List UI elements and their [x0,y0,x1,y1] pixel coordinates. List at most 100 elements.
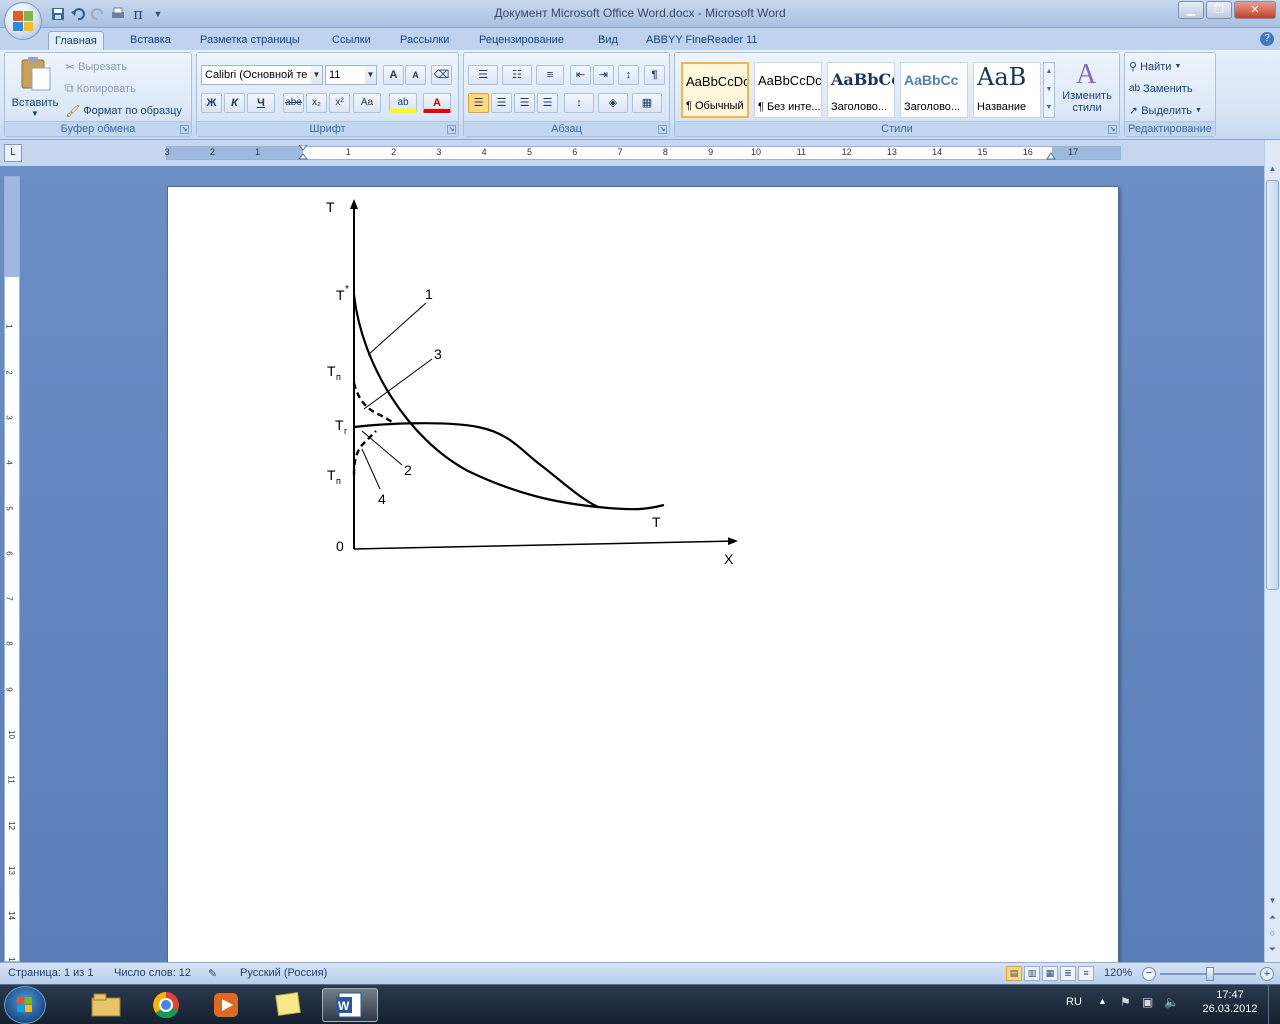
help-icon[interactable]: ? [1260,32,1274,46]
shading-icon[interactable]: ◈ [598,93,628,113]
tray-expand-icon[interactable]: ▲ [1098,996,1107,1006]
bold-button[interactable]: Ж [201,93,222,113]
office-button[interactable] [4,2,42,40]
sort-icon[interactable]: ↕ [618,65,639,85]
zoom-level[interactable]: 120% [1104,967,1132,979]
style-heading-1[interactable]: AaBbCc Заголово... [827,62,895,118]
start-button[interactable] [4,986,46,1024]
zoom-slider-thumb[interactable] [1206,967,1214,981]
minimize-button[interactable]: ▁ [1178,1,1204,19]
sticky-notes-icon[interactable] [260,988,316,1022]
print-layout-view-icon[interactable]: ▤ [1006,966,1022,981]
volume-icon[interactable]: 🔈 [1164,995,1179,1009]
find-button[interactable]: ⚲ Найти ▼ [1129,57,1181,76]
vertical-ruler[interactable]: 1 2 3 4 5 6 7 8 9 10 11 12 13 14 15 [4,176,20,965]
tab-selector-icon[interactable]: L [4,144,22,162]
tab-abbyy[interactable]: ABBYY FineReader 11 [640,31,764,50]
highlight-button[interactable]: ab [389,93,417,113]
right-indent-marker-icon[interactable] [1046,148,1056,160]
select-browse-object-icon[interactable]: ○ [1266,928,1279,942]
align-left-icon[interactable]: ☰ [468,93,489,113]
clock[interactable]: 17:47 26.03.2012 [1200,989,1260,1015]
justify-icon[interactable]: ☰ [537,93,558,113]
dialog-launcher-icon[interactable]: ↘ [447,125,456,134]
full-screen-reading-icon[interactable]: ▥ [1024,966,1040,981]
show-formatting-icon[interactable]: ¶ [644,65,665,85]
style-no-spacing[interactable]: AaBbCcDc ¶ Без инте... [754,62,822,118]
dialog-launcher-icon[interactable]: ↘ [658,125,667,134]
strikethrough-button[interactable]: abe [283,93,304,113]
web-layout-icon[interactable]: ▦ [1042,966,1058,981]
borders-icon[interactable]: ▦ [632,93,662,113]
font-color-button[interactable]: A [423,93,451,113]
multilevel-list-icon[interactable]: ≡ [536,65,564,85]
styles-group-label: Стили [675,121,1119,136]
media-player-icon[interactable] [198,988,254,1022]
cut-button[interactable]: ✂ Вырезать [65,57,127,76]
outline-view-icon[interactable]: ≣ [1060,966,1076,981]
paste-button[interactable]: Вставить ▼ [8,56,62,120]
scroll-down-icon[interactable]: ▼ [1266,896,1279,910]
tab-mailings[interactable]: Рассылки [394,31,455,50]
vertical-scrollbar[interactable]: ▲ ▼ ⏶ ○ ⏷ [1264,140,1280,962]
line-spacing-icon[interactable]: ↕ [564,93,594,113]
font-name-combo[interactable]: Calibri (Основной те ▼ [201,65,323,85]
font-size-combo[interactable]: 11 ▼ [325,65,377,85]
word-icon[interactable]: W [322,988,378,1022]
italic-button[interactable]: К [224,93,245,113]
clear-formatting-icon[interactable]: ⌫ [431,65,452,85]
bullets-icon[interactable]: ☰ [468,65,498,85]
dialog-launcher-icon[interactable]: ↘ [1108,125,1117,134]
shrink-font-button[interactable]: A [405,65,426,85]
increase-indent-icon[interactable]: ⇥ [593,65,614,85]
superscript-button[interactable]: x² [329,93,350,113]
zoom-out-icon[interactable]: − [1142,967,1156,981]
numbering-icon[interactable]: ☷ [502,65,532,85]
scroll-up-icon[interactable]: ▲ [1266,164,1279,178]
explorer-icon[interactable] [78,988,134,1022]
spelling-check-icon[interactable]: ✎ [208,967,217,980]
tab-review[interactable]: Рецензирование [473,31,570,50]
network-icon[interactable]: ▣ [1142,995,1153,1009]
underline-button[interactable]: Ч [247,93,275,113]
next-page-icon[interactable]: ⏷ [1266,944,1279,958]
page-count[interactable]: Страница: 1 из 1 [8,967,94,979]
language-indicator[interactable]: Русский (Россия) [240,967,327,979]
draft-view-icon[interactable]: ≡ [1078,966,1094,981]
style-heading-2[interactable]: AaBbCc Заголово... [900,62,968,118]
word-count[interactable]: Число слов: 12 [114,967,191,979]
zoom-in-icon[interactable]: + [1260,967,1274,981]
subscript-button[interactable]: x₂ [306,93,327,113]
chrome-icon[interactable] [138,988,194,1022]
x-axis [353,537,738,550]
tab-view[interactable]: Вид [592,31,624,50]
align-center-icon[interactable]: ☰ [491,93,512,113]
tab-page-layout[interactable]: Разметка страницы [194,31,306,50]
grow-font-button[interactable]: A [383,65,404,85]
action-center-icon[interactable]: ⚑ [1120,995,1131,1009]
tab-home[interactable]: Главная [48,31,104,50]
previous-page-icon[interactable]: ⏶ [1266,912,1279,926]
style-normal[interactable]: AaBbCcDc ¶ Обычный [681,62,749,118]
indent-marker-icon[interactable] [297,144,309,161]
horizontal-ruler[interactable]: 3 2 1 1 2 3 4 5 6 7 8 9 10 11 12 13 14 15 16 17 [165,144,1121,161]
change-case-button[interactable]: Aa [353,93,381,113]
style-title[interactable]: AaB Название [973,62,1041,118]
close-button[interactable]: ✕ [1234,1,1276,19]
tab-insert[interactable]: Вставка [124,31,177,50]
format-painter-button[interactable]: 🖌 Формат по образцу [65,101,182,120]
restore-button[interactable]: ❐ [1206,1,1232,19]
copy-button[interactable]: ⧉ Копировать [65,79,136,98]
change-styles-button[interactable]: A Изменить стили [1059,57,1115,119]
select-button[interactable]: ➚ Выделить ▼ [1129,101,1202,120]
keyboard-language[interactable]: RU [1066,996,1082,1008]
scrollbar-thumb[interactable] [1266,180,1279,590]
replace-button[interactable]: ab Заменить [1129,79,1193,98]
show-desktop-button[interactable] [1268,985,1280,1024]
tab-references[interactable]: Ссылки [326,31,377,50]
document-page[interactable]: T X 0 T * T п T г T п T 1 3 2 4 [167,186,1119,986]
decrease-indent-icon[interactable]: ⇤ [570,65,591,85]
align-right-icon[interactable]: ☰ [514,93,535,113]
dialog-launcher-icon[interactable]: ↘ [180,125,189,134]
styles-scroll[interactable]: ▲ ▼ ▼ [1043,62,1055,118]
